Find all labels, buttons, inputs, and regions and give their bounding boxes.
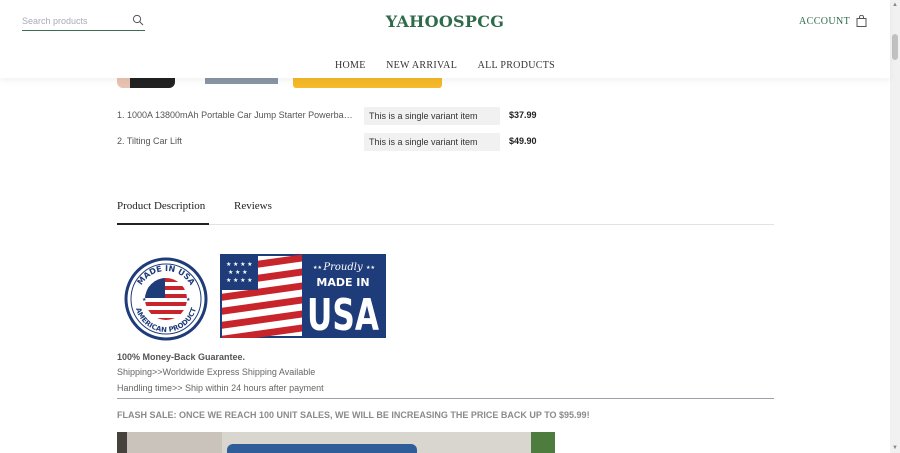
tab-product-description[interactable]: Product Description [117,200,209,225]
item-price: $37.99 [509,110,537,120]
scroll-down-arrow-icon[interactable]: ▼ [892,445,898,451]
shopping-bag-icon[interactable] [856,15,867,27]
handling-text: Handling time>> Ship within 24 hours aft… [117,383,324,393]
tab-reviews[interactable]: Reviews [234,200,272,212]
main-nav: HOME NEW ARRIVAL ALL PRODUCTS [0,55,890,73]
photo-car-cover [227,444,417,453]
made-in-usa-seal: MADE IN USA AMERICAN PRODUCT ★ ★ [124,257,208,341]
photo-plant [531,432,555,453]
svg-text:★★: ★★ [366,265,375,271]
site-header: YAHOOSPCG ACCOUNT HOME NEW ARRIVAL ALL P… [0,0,890,78]
scroll-thumb[interactable] [892,34,898,60]
badge-made-in-text: MADE IN [316,276,369,289]
nav-new-arrival[interactable]: NEW ARRIVAL [386,60,457,71]
scroll-up-arrow-icon[interactable]: ▲ [892,2,898,8]
guarantee-text: 100% Money-Back Guarantee. [117,352,246,362]
nav-all-products[interactable]: ALL PRODUCTS [478,60,555,71]
item-price: $49.90 [509,136,537,146]
svg-text:★ ★ ★ ★: ★ ★ ★ ★ [226,261,253,268]
bundle-item-row: 1. 1000A 13800mAh Portable Car Jump Star… [117,107,547,125]
svg-text:★: ★ [186,297,191,303]
svg-text:★ ★ ★: ★ ★ ★ [228,269,247,276]
svg-text:★: ★ [142,297,147,303]
divider [117,398,774,399]
variant-label: This is a single variant item [364,107,500,125]
proudly-made-in-usa-badge: ★ ★ ★ ★ ★ ★ ★ ★ ★ ★ ★ Proudly ★★ ★★ MADE… [220,254,386,338]
page-scrollbar[interactable]: ▲ ▼ [890,0,900,453]
product-photo [117,432,555,453]
flash-sale-text: FLASH SALE: ONCE WE REACH 100 UNIT SALES… [117,410,590,420]
site-logo[interactable]: YAHOOSPCG [0,12,890,31]
variant-label: This is a single variant item [364,133,500,151]
bundle-item-name[interactable]: 1. 1000A 13800mAh Portable Car Jump Star… [117,110,357,120]
svg-text:★★: ★★ [313,265,322,271]
nav-home[interactable]: HOME [335,60,366,71]
badge-usa-text: USA [307,290,379,338]
svg-text:★ ★ ★ ★: ★ ★ ★ ★ [226,277,253,284]
badge-proudly-text: Proudly [322,262,363,273]
bundle-item-row: 2. Tilting Car Lift This is a single var… [117,133,547,151]
shipping-text: Shipping>>Worldwide Express Shipping Ava… [117,367,316,377]
product-tabs: Product Description Reviews [117,200,774,225]
photo-wall-shadow [117,432,127,453]
account-link[interactable]: ACCOUNT [799,16,850,27]
bundle-item-name[interactable]: 2. Tilting Car Lift [117,136,357,146]
